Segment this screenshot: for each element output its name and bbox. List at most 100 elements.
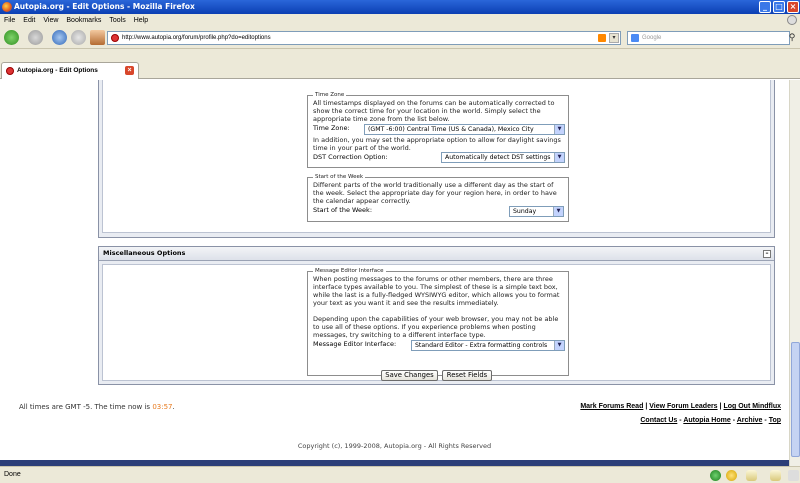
resize-grip-icon[interactable] (788, 470, 799, 481)
footer-links-top: Mark Forums Read | View Forum Leaders | … (580, 403, 781, 410)
security-status-icon[interactable] (710, 470, 721, 481)
editor-interface-row: Message Editor Interface: Standard Edito… (313, 340, 565, 352)
top-link[interactable]: Top (769, 417, 781, 424)
tab-edit-options[interactable]: Autopia.org - Edit Options × (1, 62, 139, 79)
weather-icon[interactable] (770, 470, 781, 481)
chevron-down-icon: ▼ (553, 207, 563, 216)
week-start-fieldset: Start of the Week Different parts of the… (307, 173, 569, 222)
logout-link[interactable]: Log Out Mindflux (723, 403, 781, 410)
minimize-button[interactable]: _ (759, 1, 771, 13)
week-start-select[interactable]: Sunday ▼ (509, 206, 564, 217)
scrollbar-thumb[interactable] (791, 342, 800, 457)
close-window-button[interactable]: × (787, 1, 799, 13)
datetime-options-panel: Time Zone All timestamps displayed on th… (98, 80, 775, 238)
week-start-row: Start of the Week: Sunday ▼ (313, 206, 564, 218)
tab-close-icon[interactable]: × (125, 66, 134, 75)
view-forum-leaders-link[interactable]: View Forum Leaders (649, 403, 717, 410)
datetime-options-body: Time Zone All timestamps displayed on th… (102, 80, 771, 233)
rss-feed-icon[interactable] (598, 34, 606, 42)
contact-us-link[interactable]: Contact Us (640, 417, 677, 424)
back-button[interactable] (4, 30, 19, 45)
menu-bar: File Edit View Bookmarks Tools Help (0, 14, 800, 27)
times-suffix: . (172, 403, 175, 411)
chevron-down-icon: ▼ (554, 125, 564, 134)
week-start-label: Start of the Week: (313, 206, 373, 214)
timezone-row: Time Zone: (GMT -6:00) Central Time (US … (313, 124, 565, 136)
footer-links-bottom: Contact Us - Autopia Home - Archive - To… (640, 417, 781, 424)
mark-forums-read-link[interactable]: Mark Forums Read (580, 403, 643, 410)
reset-fields-button[interactable]: Reset Fields (442, 370, 492, 381)
editor-interface-fieldset: Message Editor Interface When posting me… (307, 267, 569, 376)
misc-options-header: Miscellaneous Options – (99, 247, 774, 261)
tab-bar: Autopia.org - Edit Options × (0, 49, 800, 79)
timezone-value: (GMT -6:00) Central Time (US & Canada), … (368, 126, 534, 133)
timezone-description: All timestamps displayed on the forums c… (313, 99, 555, 123)
editor-interface-value: Standard Editor - Extra formatting contr… (415, 342, 548, 349)
chevron-down-icon: ▼ (554, 153, 564, 162)
editor-interface-label: Message Editor Interface: (313, 340, 397, 348)
page-content: Time Zone All timestamps displayed on th… (0, 80, 789, 466)
search-magnifier-icon[interactable]: ⚲ (786, 32, 798, 44)
week-start-legend: Start of the Week (315, 174, 364, 180)
site-favicon-icon (111, 34, 119, 42)
misc-options-body: Message Editor Interface When posting me… (102, 264, 771, 381)
timezone-select[interactable]: (GMT -6:00) Central Time (US & Canada), … (364, 124, 565, 135)
google-icon (631, 34, 639, 42)
stop-button[interactable] (71, 30, 86, 45)
status-bar: Done (0, 466, 800, 483)
timezone-label: Time Zone: (313, 124, 350, 132)
url-text: http://www.autopia.org/forum/profile.php… (122, 35, 271, 41)
week-start-description: Different parts of the world traditional… (313, 181, 557, 205)
menu-bookmarks[interactable]: Bookmarks (62, 14, 105, 27)
collapse-icon[interactable]: – (763, 250, 771, 258)
misc-options-panel: Miscellaneous Options – Message Editor I… (98, 246, 775, 385)
timezone-footer: All times are GMT -5. The time now is 03… (19, 403, 175, 411)
times-prefix: All times are GMT -5. The time now is (19, 403, 151, 411)
menu-view[interactable]: View (39, 14, 62, 27)
status-text: Done (4, 471, 21, 478)
addon-icon[interactable] (726, 470, 737, 481)
misc-options-title: Miscellaneous Options (103, 249, 186, 257)
editor-interface-legend: Message Editor Interface (315, 268, 384, 274)
menu-help[interactable]: Help (130, 14, 152, 27)
current-time: 03:57 (152, 403, 173, 411)
tab-label: Autopia.org - Edit Options (17, 67, 98, 74)
timezone-legend: Time Zone (315, 92, 345, 98)
nav-toolbar: http://www.autopia.org/forum/profile.php… (0, 27, 800, 49)
search-placeholder: Google (642, 35, 662, 41)
link-separator: - (679, 417, 682, 424)
reload-button[interactable] (52, 30, 67, 45)
dst-select[interactable]: Automatically detect DST settings ▼ (441, 152, 565, 163)
url-bar[interactable]: http://www.autopia.org/forum/profile.php… (107, 31, 621, 45)
editor-interface-description-2: Depending upon the capabilities of your … (313, 315, 559, 339)
maximize-button[interactable]: □ (773, 1, 785, 13)
archive-link[interactable]: Archive (737, 417, 763, 424)
vertical-scrollbar[interactable] (789, 80, 800, 466)
firefox-icon (2, 2, 12, 12)
url-dropdown-icon[interactable]: ▾ (609, 33, 619, 43)
link-separator: | (645, 403, 648, 410)
copyright-text: Copyright (c), 1999-2008, Autopia.org - … (297, 442, 492, 450)
dst-description: In addition, you may set the appropriate… (313, 136, 561, 152)
chevron-down-icon: ▼ (554, 341, 564, 350)
throbber-icon (787, 15, 797, 25)
dst-row: DST Correction Option: Automatically det… (313, 152, 565, 165)
link-separator: - (764, 417, 767, 424)
menu-file[interactable]: File (0, 14, 19, 27)
save-changes-button[interactable]: Save Changes (381, 370, 438, 381)
forward-button[interactable] (28, 30, 43, 45)
week-start-value: Sunday (513, 208, 537, 215)
window-title: Autopia.org - Edit Options - Mozilla Fir… (14, 2, 195, 11)
weather-icon[interactable] (746, 470, 757, 481)
menu-tools[interactable]: Tools (105, 14, 129, 27)
autopia-home-link[interactable]: Autopia Home (683, 417, 730, 424)
link-separator: | (719, 403, 722, 410)
dst-value: Automatically detect DST settings (445, 154, 551, 161)
window-titlebar: Autopia.org - Edit Options - Mozilla Fir… (0, 0, 800, 14)
editor-interface-select[interactable]: Standard Editor - Extra formatting contr… (411, 340, 565, 351)
link-separator: - (732, 417, 736, 424)
search-input[interactable]: Google (627, 31, 790, 45)
menu-edit[interactable]: Edit (19, 14, 39, 27)
home-button[interactable] (90, 30, 105, 45)
timezone-fieldset: Time Zone All timestamps displayed on th… (307, 91, 569, 168)
